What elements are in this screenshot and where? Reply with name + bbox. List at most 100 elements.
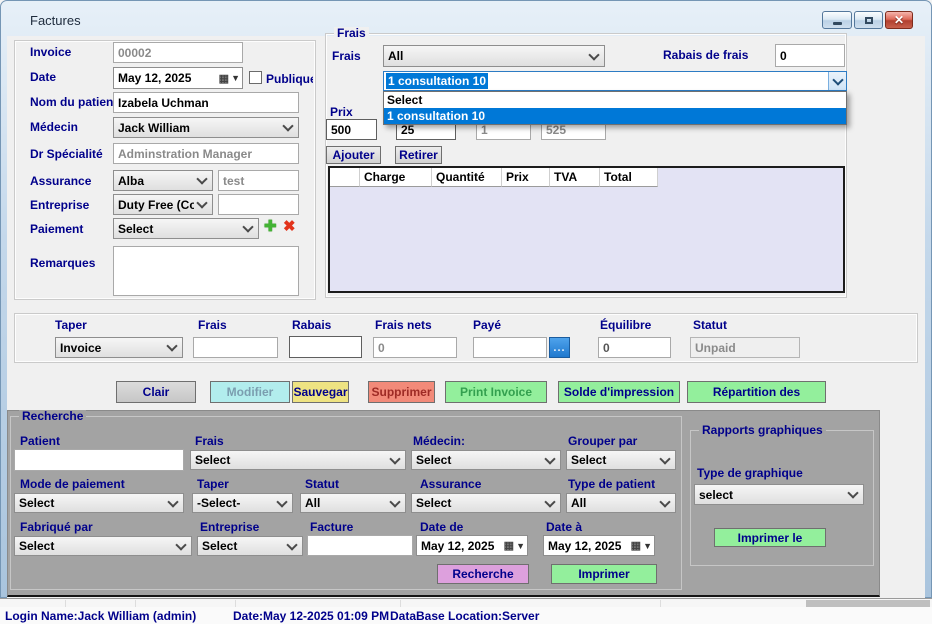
mode-paiement-combobox[interactable]: Select — [14, 493, 184, 513]
chevron-down-icon — [389, 496, 400, 507]
patient-name-field[interactable]: Izabela Uchman — [113, 92, 299, 113]
chevron-down-icon: ▼ — [231, 73, 240, 83]
search-entreprise-combobox[interactable]: Select — [197, 536, 303, 556]
close-icon: ✕ — [894, 14, 904, 26]
paye-label: Payé — [473, 318, 501, 332]
totals-frais-field[interactable] — [193, 337, 278, 358]
prix-field[interactable]: 500 — [326, 119, 377, 140]
paiement-label: Paiement — [30, 222, 83, 236]
close-button[interactable]: ✕ — [885, 11, 913, 29]
specialite-field[interactable]: Adminstration Manager — [113, 143, 299, 164]
search-assurance-combobox[interactable]: Select — [411, 493, 561, 513]
add-payment-icon[interactable]: ✚ — [264, 219, 277, 235]
imprimer-le-button[interactable]: Imprimer le — [714, 528, 826, 547]
calendar-icon: ▦ — [219, 72, 229, 85]
print-invoice-button[interactable]: Print Invoice — [445, 381, 547, 403]
status-bar: Login Name:Jack William (admin) Date:May… — [0, 607, 932, 624]
statut-field[interactable]: Unpaid — [690, 337, 800, 358]
equilibre-field[interactable]: 0 — [598, 337, 671, 358]
dropdown-option-consultation[interactable]: 1 consultation 10 — [384, 108, 846, 124]
assurance-extra-field[interactable]: test — [218, 170, 299, 191]
totals-rabais-field[interactable] — [289, 336, 362, 358]
grouper-par-combobox[interactable]: Select — [566, 450, 676, 470]
minimize-button[interactable] — [822, 11, 852, 29]
imprimer-button[interactable]: Imprimer — [551, 564, 657, 584]
maximize-icon — [865, 17, 873, 24]
supprimer-button[interactable]: Supprimer — [368, 381, 435, 403]
frais-filter-combobox[interactable]: All — [383, 45, 605, 67]
chevron-down-icon — [544, 453, 555, 464]
modifier-button[interactable]: Modifier — [210, 381, 290, 403]
date-de-picker[interactable]: May 12, 2025 ▦ ▼ — [416, 535, 528, 556]
invoice-number-field[interactable]: 00002 — [113, 42, 243, 63]
invoice-date-value: May 12, 2025 — [116, 71, 219, 85]
statut-label: Statut — [693, 318, 727, 332]
search-taper-label: Taper — [197, 477, 229, 491]
charge-combobox-selected-text: 1 consultation 10 — [386, 73, 488, 89]
remarques-textarea[interactable] — [113, 246, 299, 296]
search-frais-combobox[interactable]: Select — [190, 450, 406, 470]
type-graphique-label: Type de graphique — [697, 466, 803, 480]
window-title: Factures — [30, 13, 81, 28]
chevron-down-icon — [544, 496, 555, 507]
assurance-combobox[interactable]: Alba — [113, 170, 213, 191]
fabrique-par-combobox[interactable]: Select — [14, 536, 192, 556]
taper-combobox[interactable]: Invoice — [55, 337, 183, 358]
date-a-picker[interactable]: May 12, 2025 ▦ ▼ — [543, 535, 655, 556]
totals-rabais-label: Rabais — [292, 318, 331, 332]
retirer-button[interactable]: Retirer — [395, 146, 442, 164]
chevron-down-icon: ▼ — [643, 541, 652, 551]
grid-header-charge[interactable]: Charge — [360, 168, 432, 187]
sauvegar-button[interactable]: Sauvegar — [292, 381, 349, 403]
app-screen: Factures ✕ Invoice 00002 Date May 12, 20… — [0, 0, 932, 624]
rabais-de-frais-field[interactable]: 0 — [775, 44, 845, 67]
invoice-label: Invoice — [30, 45, 71, 59]
chevron-down-icon — [167, 496, 178, 507]
chevron-down-icon — [588, 49, 599, 60]
type-graphique-combobox[interactable]: select — [694, 484, 864, 505]
paiement-combobox[interactable]: Select — [113, 218, 259, 239]
frais-nets-field[interactable]: 0 — [373, 337, 457, 358]
publique-checkbox[interactable] — [249, 71, 262, 84]
facture-input[interactable] — [307, 535, 413, 556]
grid-header-prix[interactable]: Prix — [502, 168, 550, 187]
grouper-par-label: Grouper par — [568, 434, 637, 448]
search-patient-input[interactable] — [14, 449, 184, 471]
paye-field[interactable] — [473, 337, 547, 358]
facture-label: Facture — [310, 520, 353, 534]
scrollbar-thumb[interactable] — [806, 600, 930, 607]
chevron-down-icon: ▼ — [516, 541, 525, 551]
charges-grid-header: Charge Quantité Prix TVA Total — [330, 168, 843, 187]
calendar-icon: ▦ — [631, 539, 641, 552]
charge-combobox-dropdown-button[interactable] — [828, 72, 846, 90]
grid-header-quantite[interactable]: Quantité — [432, 168, 502, 187]
clair-button[interactable]: Clair — [116, 381, 196, 403]
chevron-down-icon — [242, 221, 253, 232]
chevron-down-icon — [196, 197, 207, 208]
search-medecin-combobox[interactable]: Select — [411, 450, 561, 470]
date-a-label: Date à — [546, 520, 582, 534]
grid-header-total[interactable]: Total — [600, 168, 658, 187]
entreprise-combobox[interactable]: Duty Free (Co — [113, 194, 213, 215]
publique-label: Publique — [266, 72, 313, 86]
search-taper-combobox[interactable]: -Select- — [192, 493, 293, 513]
medecin-label: Médecin — [30, 120, 78, 134]
medecin-combobox[interactable]: Jack William — [113, 117, 299, 138]
grid-header-tva[interactable]: TVA — [550, 168, 600, 187]
entreprise-extra-field[interactable] — [218, 194, 299, 215]
solde-impression-button[interactable]: Solde d'impression — [558, 381, 680, 403]
invoice-date-picker[interactable]: May 12, 2025 ▦ ▼ — [113, 67, 243, 89]
type-patient-combobox[interactable]: All — [566, 493, 676, 513]
ajouter-button[interactable]: Ajouter — [326, 146, 381, 164]
paye-browse-button[interactable]: ... — [549, 337, 570, 358]
delete-payment-icon[interactable]: ✖ — [283, 219, 296, 235]
search-statut-combobox[interactable]: All — [300, 493, 406, 513]
maximize-button[interactable] — [854, 11, 883, 29]
charge-combobox[interactable]: 1 consultation 10 — [383, 71, 847, 91]
minimize-icon — [833, 22, 842, 25]
recherche-button[interactable]: Recherche — [437, 564, 529, 584]
search-patient-label: Patient — [20, 434, 60, 448]
chevron-down-icon — [276, 496, 287, 507]
repartition-button[interactable]: Répartition des — [687, 381, 826, 403]
dropdown-option-select[interactable]: Select — [384, 92, 846, 108]
